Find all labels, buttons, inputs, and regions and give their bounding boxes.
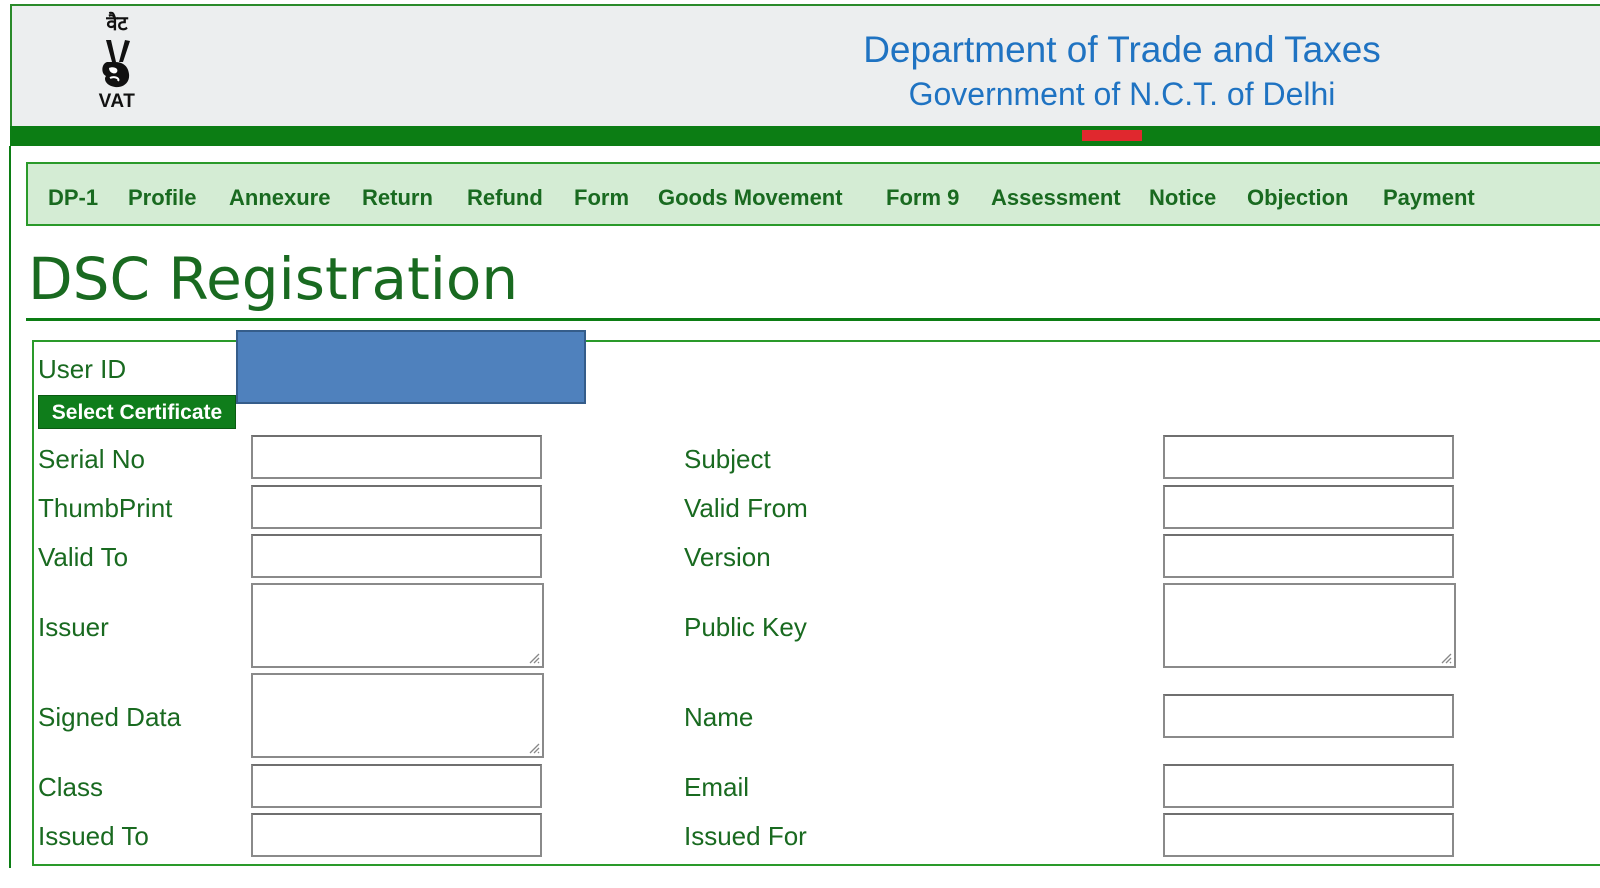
victory-hand-icon [102,40,130,88]
serial-no-label: Serial No [38,444,145,474]
nav-return[interactable]: Return [362,186,433,210]
issued-to-label: Issued To [38,821,149,851]
logo-vat-text: VAT [98,91,136,112]
valid-to-label: Valid To [38,542,129,572]
nav-annexure[interactable]: Annexure [229,186,330,210]
left-border-line [9,146,11,868]
issuer-label: Issuer [38,612,109,642]
class-input[interactable] [251,764,542,808]
valid-from-input[interactable] [1163,485,1454,529]
serial-no-input[interactable] [251,435,542,479]
nav-form[interactable]: Form [574,186,629,210]
nav-goods-movement[interactable]: Goods Movement [658,186,843,210]
vat-logo: वैट VAT [90,12,144,130]
signed-data-label: Signed Data [38,702,182,732]
nav-profile[interactable]: Profile [128,186,196,210]
title-divider [26,318,1600,321]
issued-for-input[interactable] [1163,813,1454,857]
nav-payment[interactable]: Payment [1383,186,1475,210]
version-input[interactable] [1163,534,1454,578]
name-label: Name [684,702,754,732]
class-label: Class [38,772,104,802]
government-subtitle: Government of N.C.T. of Delhi [908,76,1336,112]
main-nav: DP-1 Profile Annexure Return Refund Form… [26,162,1600,226]
logo-hindi-text: वैट [106,11,128,35]
resize-grip-icon[interactable] [1438,650,1452,664]
signed-data-textarea[interactable] [251,673,544,758]
user-id-label: User ID [38,354,127,384]
site-header: वैट VAT Department of Trade and Taxes Go… [10,4,1600,126]
nav-dp1[interactable]: DP-1 [48,186,98,210]
header-red-marker [1082,130,1142,141]
public-key-label: Public Key [684,612,807,642]
thumbprint-label: ThumbPrint [38,493,173,523]
nav-refund[interactable]: Refund [467,186,543,210]
resize-grip-icon[interactable] [526,650,540,664]
valid-to-input[interactable] [251,534,542,578]
subject-input[interactable] [1163,435,1454,479]
issued-to-input[interactable] [251,813,542,857]
select-certificate-button[interactable]: Select Certificate [38,395,236,429]
resize-grip-icon[interactable] [526,740,540,754]
valid-from-label: Valid From [684,493,808,523]
issuer-textarea[interactable] [251,583,544,668]
public-key-textarea[interactable] [1163,583,1456,668]
nav-notice[interactable]: Notice [1149,186,1216,210]
email-input[interactable] [1163,764,1454,808]
issued-for-label: Issued For [684,821,807,851]
email-label: Email [684,772,750,802]
nav-form-9[interactable]: Form 9 [886,186,959,210]
header-green-band [10,126,1600,146]
thumbprint-input[interactable] [251,485,542,529]
department-title: Department of Trade and Taxes [863,29,1381,70]
name-input[interactable] [1163,694,1454,738]
user-id-field[interactable] [236,330,586,404]
subject-label: Subject [684,444,771,474]
page-title: DSC Registration [28,245,519,313]
nav-assessment[interactable]: Assessment [991,186,1121,210]
version-label: Version [684,542,771,572]
nav-objection[interactable]: Objection [1247,186,1348,210]
